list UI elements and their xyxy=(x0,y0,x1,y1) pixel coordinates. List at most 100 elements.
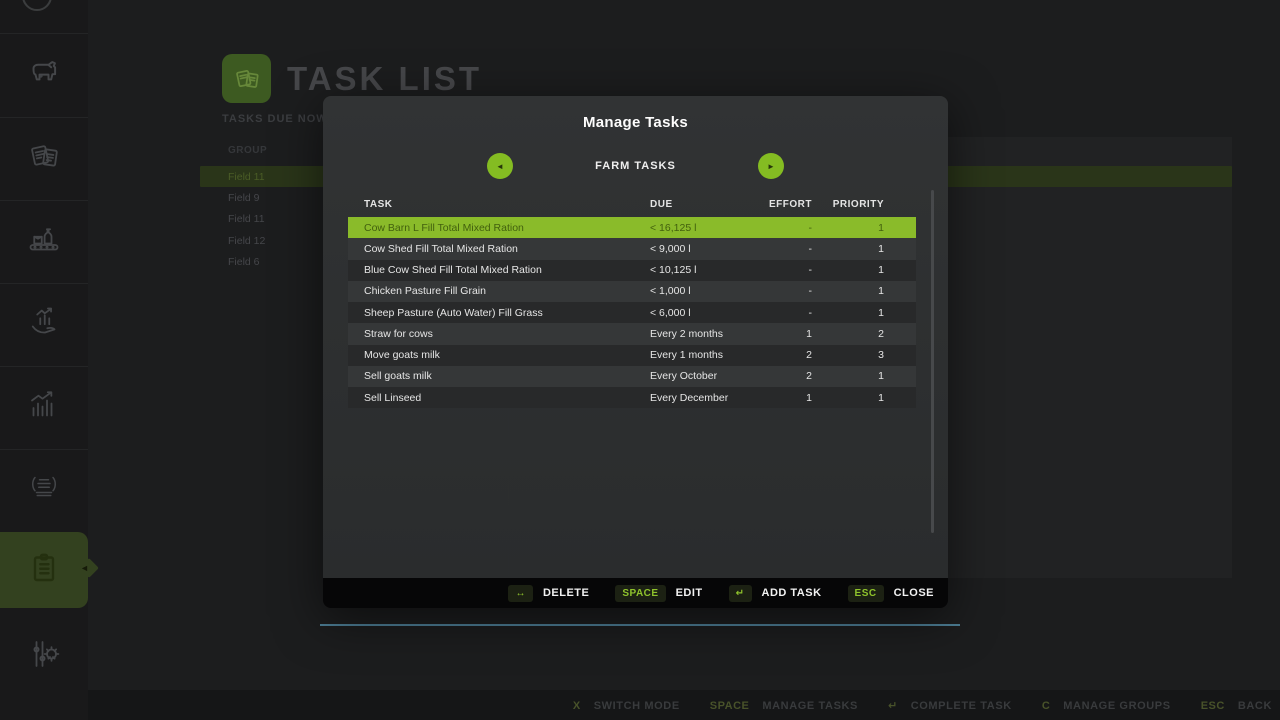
key-badge: ↵ xyxy=(729,585,752,602)
cow-icon xyxy=(26,55,62,96)
group-column-header: GROUP xyxy=(228,145,267,156)
task-cell: Cow Barn L Fill Total Mixed Ration xyxy=(364,222,650,234)
task-cell: Cow Shed Fill Total Mixed Ration xyxy=(364,243,650,255)
sidebar-item-finances[interactable] xyxy=(0,283,88,366)
page-title: TASK LIST xyxy=(287,60,482,98)
due-cell: Every 2 months xyxy=(650,328,752,340)
dialog-title: Manage Tasks xyxy=(323,114,948,131)
priority-cell: 1 xyxy=(812,370,884,382)
hint-label: MANAGE TASKS xyxy=(762,700,858,712)
brand-logo-icon xyxy=(26,470,62,511)
hint-label: MANAGE GROUPS xyxy=(1063,700,1170,712)
priority-cell: 1 xyxy=(812,222,884,234)
table-header: TASK DUE EFFORT PRIORITY xyxy=(348,196,916,213)
hud-hints: X SWITCH MODE SPACE MANAGE TASKS ↵ COMPL… xyxy=(573,699,1272,712)
manage-tasks-dialog: Manage Tasks ◄ FARM TASKS ► TASK DUE EFF… xyxy=(323,96,948,608)
task-row[interactable]: Blue Cow Shed Fill Total Mixed Ration < … xyxy=(348,260,916,281)
due-cell: < 16,125 l xyxy=(650,222,752,234)
hint-label: EDIT xyxy=(676,587,703,599)
effort-cell: - xyxy=(752,285,812,297)
task-row[interactable]: Straw for cows Every 2 months 1 2 xyxy=(348,323,916,344)
key-badge: SPACE xyxy=(615,585,665,602)
task-row[interactable]: Sell goats milk Every October 2 1 xyxy=(348,366,916,387)
sidebar-item-settings[interactable] xyxy=(0,615,88,698)
hint-label: DELETE xyxy=(543,587,589,599)
priority-cell: 1 xyxy=(812,285,884,297)
sidebar-item-statistics[interactable] xyxy=(0,366,88,449)
task-cell: Move goats milk xyxy=(364,349,650,361)
finance-hand-chart-icon xyxy=(26,304,62,345)
task-row[interactable]: Cow Shed Fill Total Mixed Ration < 9,000… xyxy=(348,238,916,259)
key-badge: ↵ xyxy=(888,699,898,712)
tasks-due-now-label: TASKS DUE NOW xyxy=(222,113,328,125)
dialog-footer: ↔ DELETE SPACE EDIT ↵ ADD TASK ESC CLOSE xyxy=(323,578,948,608)
category-selector: ◄ FARM TASKS ► xyxy=(323,153,948,179)
task-row[interactable]: Move goats milk Every 1 months 2 3 xyxy=(348,345,916,366)
due-cell: < 1,000 l xyxy=(650,285,752,297)
effort-cell: 2 xyxy=(752,370,812,382)
due-cell: < 6,000 l xyxy=(650,307,752,319)
task-row[interactable]: Sell Linseed Every December 1 1 xyxy=(348,387,916,408)
hint-label: CLOSE xyxy=(894,587,934,599)
bar-chart-icon xyxy=(26,387,62,428)
settings-sliders-icon xyxy=(26,636,62,677)
task-cell: Chicken Pasture Fill Grain xyxy=(364,285,650,297)
priority-cell: 1 xyxy=(812,264,884,276)
task-table: Cow Barn L Fill Total Mixed Ration < 16,… xyxy=(348,217,916,408)
key-hint[interactable]: ↵ ADD TASK xyxy=(729,585,822,602)
priority-cell: 3 xyxy=(812,349,884,361)
priority-cell: 1 xyxy=(812,307,884,319)
next-category-button[interactable]: ► xyxy=(758,153,784,179)
column-priority: PRIORITY xyxy=(812,199,884,210)
task-cell: Blue Cow Shed Fill Total Mixed Ration xyxy=(364,264,650,276)
key-hint[interactable]: X SWITCH MODE xyxy=(573,700,680,712)
effort-cell: 2 xyxy=(752,349,812,361)
hint-label: ADD TASK xyxy=(762,587,822,599)
task-cell: Sell goats milk xyxy=(364,370,650,382)
effort-cell: - xyxy=(752,243,812,255)
key-badge: ↔ xyxy=(508,585,533,602)
effort-cell: 1 xyxy=(752,328,812,340)
task-cell: Sell Linseed xyxy=(364,392,650,404)
key-hint[interactable]: SPACE MANAGE TASKS xyxy=(710,700,858,712)
task-row[interactable]: Sheep Pasture (Auto Water) Fill Grass < … xyxy=(348,302,916,323)
category-label: FARM TASKS xyxy=(323,153,948,179)
task-list-page-icon xyxy=(222,54,271,103)
column-due: DUE xyxy=(650,199,752,210)
hint-label: SWITCH MODE xyxy=(594,700,680,712)
clock-icon xyxy=(22,0,52,11)
effort-cell: - xyxy=(752,307,812,319)
sidebar-item-contracts[interactable] xyxy=(0,117,88,200)
sidebar-item-task-list[interactable] xyxy=(0,532,88,608)
task-row[interactable]: Cow Barn L Fill Total Mixed Ration < 16,… xyxy=(348,217,916,238)
sidebar-item-animals[interactable] xyxy=(0,34,88,117)
task-cell: Straw for cows xyxy=(364,328,650,340)
table-scrollbar[interactable] xyxy=(931,190,934,533)
priority-cell: 1 xyxy=(812,392,884,404)
key-badge: ESC xyxy=(848,585,884,602)
task-cell: Sheep Pasture (Auto Water) Fill Grass xyxy=(364,307,650,319)
sidebar-item-production[interactable] xyxy=(0,200,88,283)
production-icon xyxy=(26,221,62,262)
task-row[interactable]: Chicken Pasture Fill Grain < 1,000 l - 1 xyxy=(348,281,916,302)
key-badge: X xyxy=(573,700,581,712)
key-hint[interactable]: ↔ DELETE xyxy=(508,585,589,602)
due-cell: < 10,125 l xyxy=(650,264,752,276)
key-hint[interactable]: SPACE EDIT xyxy=(615,585,702,602)
sidebar: ◄ xyxy=(0,0,88,720)
effort-cell: - xyxy=(752,222,812,234)
due-cell: Every 1 months xyxy=(650,349,752,361)
due-cell: < 9,000 l xyxy=(650,243,752,255)
due-cell: Every October xyxy=(650,370,752,382)
priority-cell: 1 xyxy=(812,243,884,255)
key-badge: ESC xyxy=(1201,700,1225,712)
column-effort: EFFORT xyxy=(752,199,812,210)
sidebar-item-brand[interactable] xyxy=(0,449,88,532)
section-divider xyxy=(320,624,960,626)
key-hint[interactable]: C MANAGE GROUPS xyxy=(1042,700,1171,712)
key-hint[interactable]: ESC CLOSE xyxy=(848,585,934,602)
key-hint[interactable]: ESC BACK xyxy=(1201,700,1272,712)
key-hint[interactable]: ↵ COMPLETE TASK xyxy=(888,699,1012,712)
documents-icon xyxy=(26,138,62,179)
key-badge: C xyxy=(1042,700,1050,712)
